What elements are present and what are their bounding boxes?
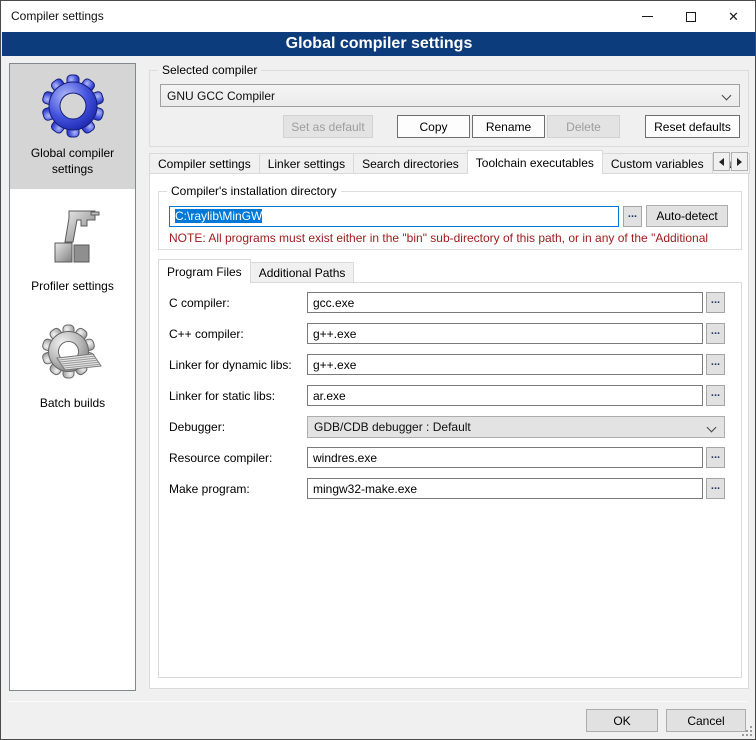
- tab-scroll-left-button[interactable]: [713, 152, 730, 171]
- cpp-compiler-input[interactable]: [307, 323, 703, 344]
- tab-scroll-right-button[interactable]: [731, 152, 748, 171]
- tab-compiler-settings[interactable]: Compiler settings: [149, 153, 260, 174]
- rename-button[interactable]: Rename: [472, 115, 545, 138]
- sidebar-item-label: Profiler settings: [25, 278, 120, 306]
- installation-directory-group-label: Compiler's installation directory: [167, 184, 341, 198]
- blue-gear-icon: [41, 74, 105, 138]
- chevron-down-icon: [707, 423, 717, 433]
- c-compiler-label: C compiler:: [169, 296, 230, 310]
- main-panel: Selected compiler GNU GCC Compiler Set a…: [149, 63, 749, 691]
- installation-directory-group: Compiler's installation directory C:\ray…: [158, 191, 742, 250]
- cpp-compiler-label: C++ compiler:: [169, 327, 244, 341]
- auto-detect-button[interactable]: Auto-detect: [646, 205, 728, 227]
- titlebar: Compiler settings ✕: [1, 1, 755, 32]
- caliper-tool-icon: [41, 207, 105, 271]
- arrow-right-icon: [737, 158, 742, 166]
- footer-divider: [9, 701, 747, 702]
- program-files-tabbar: Program Files Additional Paths: [158, 260, 353, 283]
- ok-button[interactable]: OK: [586, 709, 658, 732]
- c-compiler-browse-button[interactable]: ...: [706, 292, 725, 313]
- maximize-button[interactable]: [669, 1, 712, 32]
- debugger-label: Debugger:: [169, 420, 225, 434]
- close-button[interactable]: ✕: [712, 1, 755, 32]
- compiler-select-value: GNU GCC Compiler: [167, 89, 275, 103]
- settings-tabbar: Compiler settings Linker settings Search…: [149, 151, 749, 174]
- sidebar-item-global-compiler-settings[interactable]: Global compiler settings: [10, 64, 135, 189]
- minimize-button[interactable]: [626, 1, 669, 32]
- resource-compiler-label: Resource compiler:: [169, 451, 272, 465]
- compiler-settings-dialog: Compiler settings ✕ Global compiler sett…: [0, 0, 756, 740]
- gray-gear-stack-icon: [41, 324, 105, 388]
- delete-button[interactable]: Delete: [547, 115, 620, 138]
- linker-dynamic-input[interactable]: [307, 354, 703, 375]
- make-program-label: Make program:: [169, 482, 250, 496]
- toolchain-executables-page: Compiler's installation directory C:\ray…: [149, 173, 749, 689]
- sidebar-item-profiler-settings[interactable]: Profiler settings: [10, 197, 135, 306]
- linker-static-input[interactable]: [307, 385, 703, 406]
- linker-static-label: Linker for static libs:: [169, 389, 275, 403]
- resize-grip[interactable]: [742, 726, 752, 736]
- make-program-input[interactable]: [307, 478, 703, 499]
- make-program-browse-button[interactable]: ...: [706, 478, 725, 499]
- selected-compiler-group: Selected compiler GNU GCC Compiler Set a…: [149, 70, 749, 147]
- tab-linker-settings[interactable]: Linker settings: [259, 153, 354, 174]
- reset-defaults-button[interactable]: Reset defaults: [645, 115, 740, 138]
- resource-compiler-input[interactable]: [307, 447, 703, 468]
- tab-search-directories[interactable]: Search directories: [353, 153, 468, 174]
- installation-directory-input[interactable]: C:\raylib\MinGW: [169, 206, 619, 227]
- sidebar-item-label: Global compiler settings: [10, 145, 135, 189]
- linker-dynamic-label: Linker for dynamic libs:: [169, 358, 292, 372]
- browse-directory-button[interactable]: ...: [623, 206, 642, 227]
- chevron-down-icon: [722, 91, 732, 101]
- set-as-default-button[interactable]: Set as default: [283, 115, 373, 138]
- arrow-left-icon: [719, 158, 724, 166]
- close-icon: ✕: [728, 9, 739, 25]
- maximize-icon: [686, 12, 696, 22]
- tab-custom-variables[interactable]: Custom variables: [602, 153, 713, 174]
- c-compiler-input[interactable]: [307, 292, 703, 313]
- settings-category-list: Global compiler settings Profiler settin…: [9, 63, 136, 691]
- program-files-page: C compiler: ... C++ compiler: ... Linker…: [158, 282, 742, 678]
- tab-additional-paths[interactable]: Additional Paths: [250, 262, 355, 283]
- selected-compiler-group-label: Selected compiler: [158, 63, 261, 77]
- debugger-select[interactable]: GDB/CDB debugger : Default: [307, 416, 725, 438]
- cancel-button[interactable]: Cancel: [666, 709, 746, 732]
- compiler-select[interactable]: GNU GCC Compiler: [160, 84, 740, 107]
- sidebar-item-label: Batch builds: [34, 395, 111, 423]
- tab-toolchain-executables[interactable]: Toolchain executables: [467, 150, 603, 174]
- compiler-actions: Set as default Copy Rename Delete Reset …: [283, 115, 740, 138]
- caption-buttons: ✕: [626, 1, 755, 32]
- resource-compiler-browse-button[interactable]: ...: [706, 447, 725, 468]
- debugger-select-value: GDB/CDB debugger : Default: [314, 420, 471, 434]
- minimize-icon: [642, 16, 653, 17]
- selected-path-text: C:\raylib\MinGW: [175, 209, 262, 223]
- sidebar-item-batch-builds[interactable]: Batch builds: [10, 314, 135, 423]
- linker-dynamic-browse-button[interactable]: ...: [706, 354, 725, 375]
- linker-static-browse-button[interactable]: ...: [706, 385, 725, 406]
- tab-program-files[interactable]: Program Files: [158, 259, 251, 283]
- bin-subdirectory-note: NOTE: All programs must exist either in …: [169, 231, 741, 245]
- cpp-compiler-browse-button[interactable]: ...: [706, 323, 725, 344]
- copy-button[interactable]: Copy: [397, 115, 470, 138]
- page-title: Global compiler settings: [2, 32, 756, 56]
- window-title: Compiler settings: [11, 1, 104, 32]
